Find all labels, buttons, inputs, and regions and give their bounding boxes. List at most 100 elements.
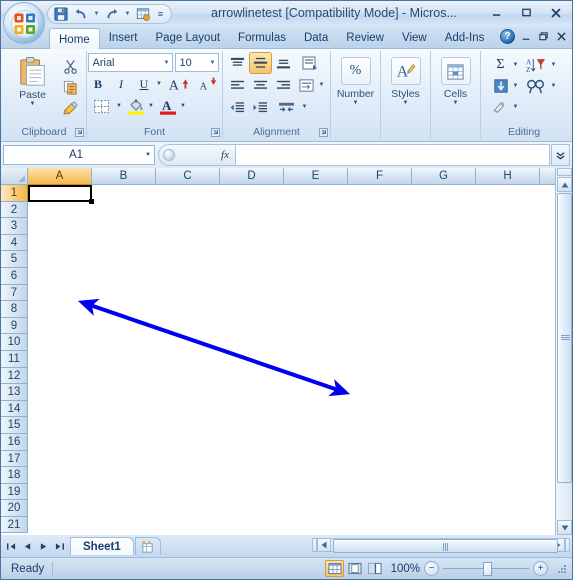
- row-header-7[interactable]: 7: [1, 284, 28, 302]
- close-document-icon[interactable]: [554, 29, 569, 44]
- first-sheet-button[interactable]: [3, 538, 19, 554]
- tab-data[interactable]: Data: [295, 28, 337, 49]
- row-header-20[interactable]: 20: [1, 500, 28, 517]
- zoom-out-button[interactable]: −: [424, 561, 439, 576]
- cells-dropdown-icon[interactable]: ▼: [453, 100, 459, 107]
- select-all-button[interactable]: [1, 168, 28, 185]
- cells-button[interactable]: Cells ▼: [433, 53, 479, 115]
- fill-color-split-button[interactable]: ▼: [126, 96, 156, 116]
- autosum-split-button[interactable]: Σ ▼: [490, 55, 520, 75]
- zoom-slider[interactable]: [443, 561, 529, 576]
- tab-review[interactable]: Review: [337, 28, 393, 49]
- tab-view[interactable]: View: [393, 28, 436, 49]
- vertical-scroll-thumb[interactable]: [557, 193, 572, 483]
- row-header-15[interactable]: 15: [1, 417, 28, 434]
- column-header-F[interactable]: F: [348, 168, 412, 185]
- fill-color-button[interactable]: [126, 96, 147, 116]
- tab-home[interactable]: Home: [49, 28, 100, 50]
- font-name-combo[interactable]: Arial ▼: [87, 53, 173, 72]
- underline-button[interactable]: U: [134, 74, 155, 94]
- horizontal-scrollbar[interactable]: [312, 537, 570, 553]
- number-format-button[interactable]: % Number ▼: [333, 53, 379, 115]
- column-header-B[interactable]: B: [92, 168, 156, 185]
- resize-grip[interactable]: [556, 563, 568, 575]
- alignment-dialog-launcher[interactable]: [318, 127, 328, 137]
- page-layout-view-button[interactable]: [345, 560, 364, 577]
- normal-view-button[interactable]: [325, 560, 344, 577]
- align-left-button[interactable]: [227, 75, 248, 95]
- row-header-14[interactable]: 14: [1, 400, 28, 418]
- find-and-select-button[interactable]: [522, 76, 549, 96]
- insert-function-zone[interactable]: fx: [158, 144, 236, 166]
- sheet-tab-sheet1[interactable]: Sheet1: [70, 537, 134, 555]
- name-box[interactable]: A1 ▼: [3, 145, 155, 165]
- wrap-text-button[interactable]: [296, 75, 317, 95]
- insert-function-icon[interactable]: fx: [221, 149, 229, 161]
- autosum-dropdown-icon[interactable]: ▼: [511, 55, 520, 75]
- italic-button[interactable]: I: [111, 74, 132, 94]
- align-top-button[interactable]: [227, 53, 248, 73]
- format-painter-button[interactable]: [60, 98, 81, 118]
- row-header-12[interactable]: 12: [1, 367, 28, 385]
- custom-quick-button[interactable]: [134, 6, 152, 23]
- row-header-17[interactable]: 17: [1, 450, 28, 468]
- office-button[interactable]: [3, 2, 45, 44]
- undo-button[interactable]: [72, 6, 90, 23]
- decrease-font-size-button[interactable]: A: [195, 74, 222, 94]
- find-select-split-button[interactable]: ▼: [522, 76, 558, 96]
- maximize-button[interactable]: [512, 3, 540, 22]
- underline-split-button[interactable]: U ▼: [134, 74, 164, 94]
- sort-filter-split-button[interactable]: A Z ▼: [522, 55, 558, 75]
- styles-dropdown-icon[interactable]: ▼: [403, 100, 409, 107]
- zoom-in-button[interactable]: +: [533, 561, 548, 576]
- cells-area[interactable]: [28, 185, 555, 535]
- horizontal-scroll-thumb[interactable]: [333, 539, 558, 553]
- clear-button[interactable]: [490, 97, 511, 117]
- font-color-split-button[interactable]: A ▼: [158, 96, 188, 116]
- column-header-D[interactable]: D: [220, 168, 284, 185]
- find-select-dropdown-icon[interactable]: ▼: [549, 76, 558, 96]
- number-dropdown-icon[interactable]: ▼: [353, 100, 359, 107]
- customize-quick-access-toolbar-button[interactable]: ≡: [154, 6, 167, 23]
- borders-dropdown-icon[interactable]: ▼: [115, 96, 124, 116]
- name-box-dropdown-icon[interactable]: ▼: [145, 152, 151, 158]
- redo-button[interactable]: [103, 6, 121, 23]
- copy-button[interactable]: [60, 77, 81, 97]
- decrease-indent-button[interactable]: [227, 97, 248, 117]
- column-header-E[interactable]: E: [284, 168, 348, 185]
- underline-dropdown-icon[interactable]: ▼: [155, 74, 164, 94]
- scroll-down-button[interactable]: [557, 520, 572, 535]
- row-header-1[interactable]: 1: [1, 185, 28, 202]
- increase-indent-button[interactable]: [250, 97, 271, 117]
- row-header-18[interactable]: 18: [1, 467, 28, 484]
- clear-dropdown-icon[interactable]: ▼: [511, 97, 520, 117]
- borders-button[interactable]: [88, 96, 115, 116]
- row-header-19[interactable]: 19: [1, 483, 28, 501]
- font-color-dropdown-icon[interactable]: ▼: [179, 96, 188, 116]
- next-sheet-button[interactable]: [35, 538, 51, 554]
- minimize-button[interactable]: [482, 3, 510, 22]
- formula-input[interactable]: [236, 144, 550, 166]
- scroll-left-button[interactable]: [317, 538, 331, 552]
- font-size-combo[interactable]: 10 ▼: [174, 53, 219, 72]
- bold-button[interactable]: B: [88, 74, 109, 94]
- page-break-preview-button[interactable]: [365, 560, 384, 577]
- row-header-6[interactable]: 6: [1, 267, 28, 285]
- align-middle-button[interactable]: [249, 52, 272, 74]
- row-header-10[interactable]: 10: [1, 334, 28, 351]
- paste-dropdown-icon[interactable]: ▼: [30, 101, 36, 107]
- column-header-A[interactable]: A: [28, 168, 92, 185]
- sort-filter-dropdown-icon[interactable]: ▼: [549, 55, 558, 75]
- column-header-C[interactable]: C: [156, 168, 220, 185]
- sort-and-filter-button[interactable]: A Z: [522, 55, 549, 75]
- close-button[interactable]: [542, 3, 570, 22]
- help-icon[interactable]: ?: [500, 29, 515, 44]
- tab-insert[interactable]: Insert: [100, 28, 147, 49]
- undo-dropdown-icon[interactable]: ▼: [92, 6, 101, 23]
- increase-font-size-button[interactable]: A: [166, 74, 193, 94]
- fill-button[interactable]: [490, 76, 511, 96]
- paste-button[interactable]: Paste ▼: [8, 54, 58, 118]
- row-header-21[interactable]: 21: [1, 516, 28, 534]
- fill-split-button[interactable]: ▼: [490, 76, 520, 96]
- zoom-level-label[interactable]: 100%: [388, 563, 420, 575]
